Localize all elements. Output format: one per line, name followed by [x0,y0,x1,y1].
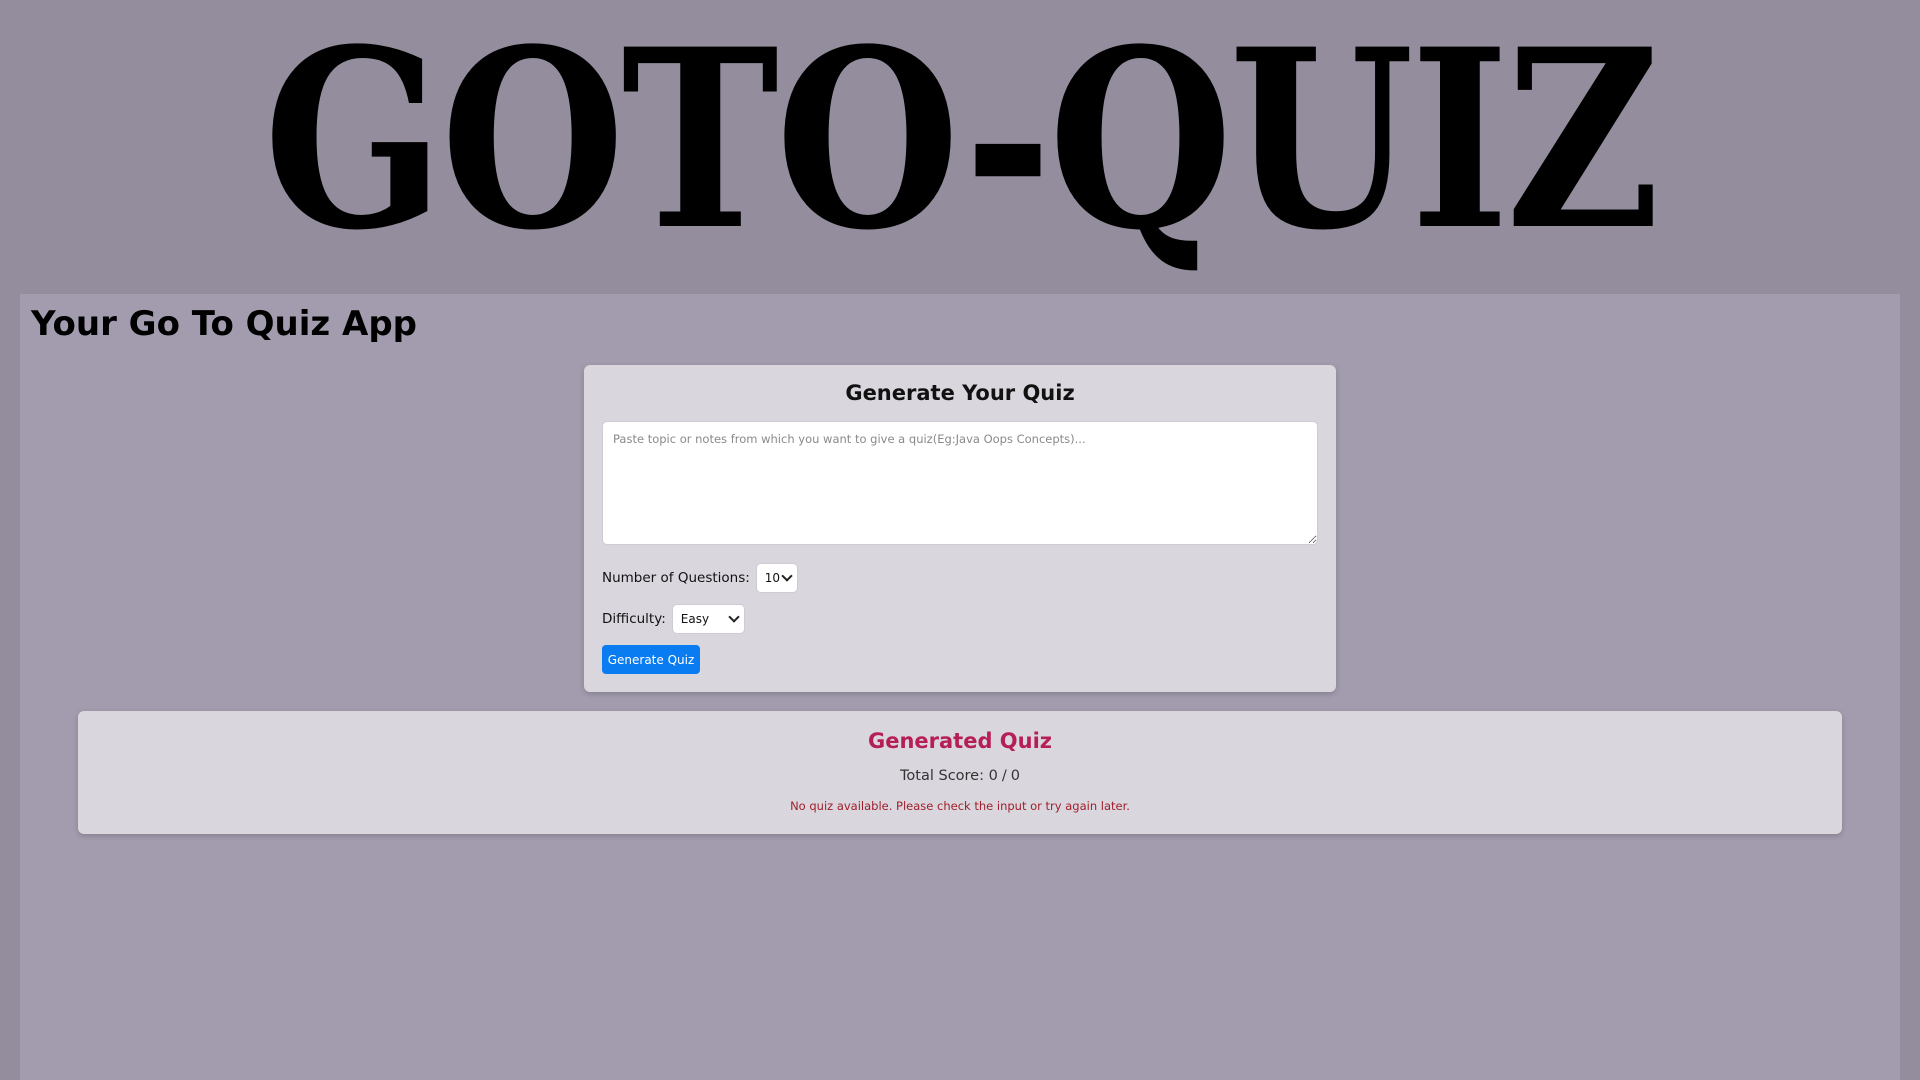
score-label: Total Score: [900,768,984,784]
empty-quiz-message: No quiz available. Please check the inpu… [790,799,1130,813]
page-title: Your Go To Quiz App [31,304,418,344]
generated-quiz-card: Generated Quiz Total Score: 0/0 No quiz … [78,711,1842,834]
total-score: Total Score: 0/0 [78,768,1842,784]
main-panel: Your Go To Quiz App Generate Your Quiz N… [20,294,1900,1080]
result-title: Generated Quiz [867,729,1053,753]
difficulty-row: Difficulty: Easy [602,604,745,634]
chevron-down-icon [728,611,740,623]
score-total: 0 [1010,768,1020,784]
quiz-form-card: Generate Your Quiz Number of Questions: … [584,365,1336,692]
questions-select-value: 10 [764,571,781,585]
chevron-down-icon [781,570,793,582]
score-separator: / [1001,768,1007,784]
questions-label: Number of Questions: [602,570,750,586]
difficulty-label: Difficulty: [602,611,666,627]
form-title: Generate Your Quiz [845,381,1075,405]
app-logo: GOTO-QUIZ [263,0,1660,285]
topic-input[interactable] [602,421,1318,545]
score-value: 0 [988,768,998,784]
questions-row: Number of Questions: 10 [602,563,798,593]
header-banner: GOTO-QUIZ [0,0,1920,294]
questions-select[interactable]: 10 [755,563,798,593]
generate-quiz-button[interactable]: Generate Quiz [602,645,700,674]
difficulty-select[interactable]: Easy [671,604,745,634]
difficulty-select-value: Easy [680,612,710,626]
